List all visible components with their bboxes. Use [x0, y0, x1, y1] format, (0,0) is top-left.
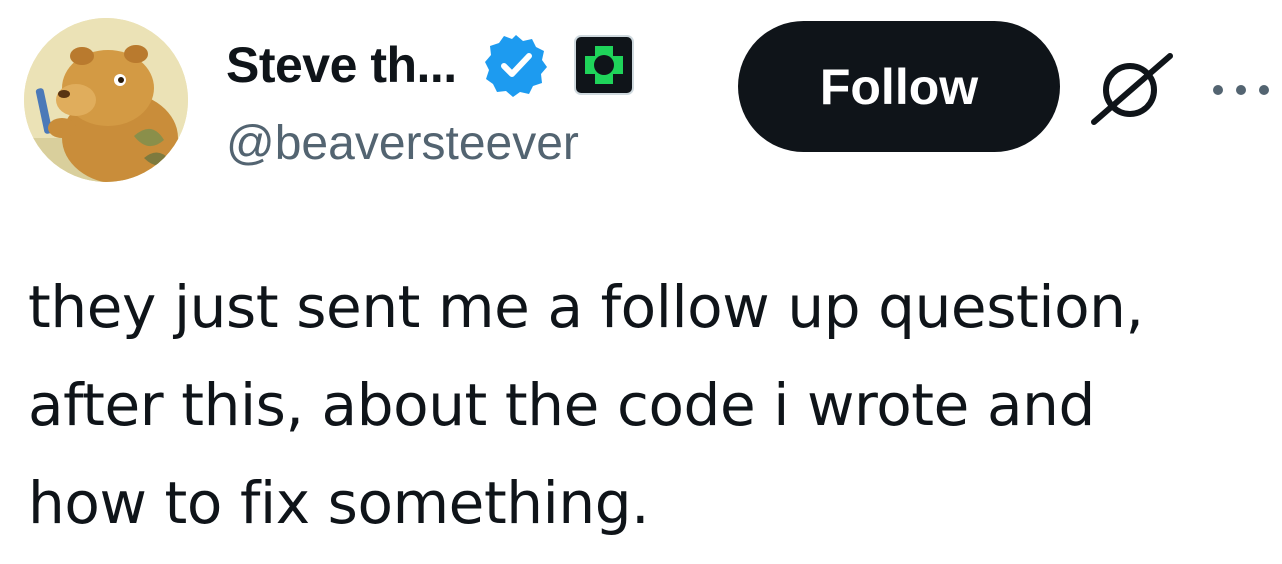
verified-badge-icon[interactable] — [483, 32, 549, 98]
tweet-text: they just sent me a follow up question, … — [28, 258, 1278, 552]
affiliation-badge-icon[interactable] — [573, 34, 635, 96]
tweet-text-line: after this, about the code i wrote and — [28, 371, 1095, 439]
more-options-icon[interactable] — [1206, 70, 1276, 110]
tweet-card: Steve th... @beaversteever Follow they j… — [0, 0, 1282, 564]
tweet-text-line: how to fix something. — [28, 469, 650, 537]
name-row: Steve th... — [226, 30, 635, 100]
tweet-text-line: they just sent me a follow up question, — [28, 273, 1144, 341]
user-avatar[interactable] — [24, 18, 188, 182]
user-handle[interactable]: @beaversteever — [226, 116, 579, 171]
beaver-avatar-icon — [24, 18, 188, 182]
follow-button[interactable]: Follow — [738, 21, 1060, 152]
display-name[interactable]: Steve th... — [226, 36, 457, 94]
grok-icon[interactable] — [1090, 52, 1174, 126]
